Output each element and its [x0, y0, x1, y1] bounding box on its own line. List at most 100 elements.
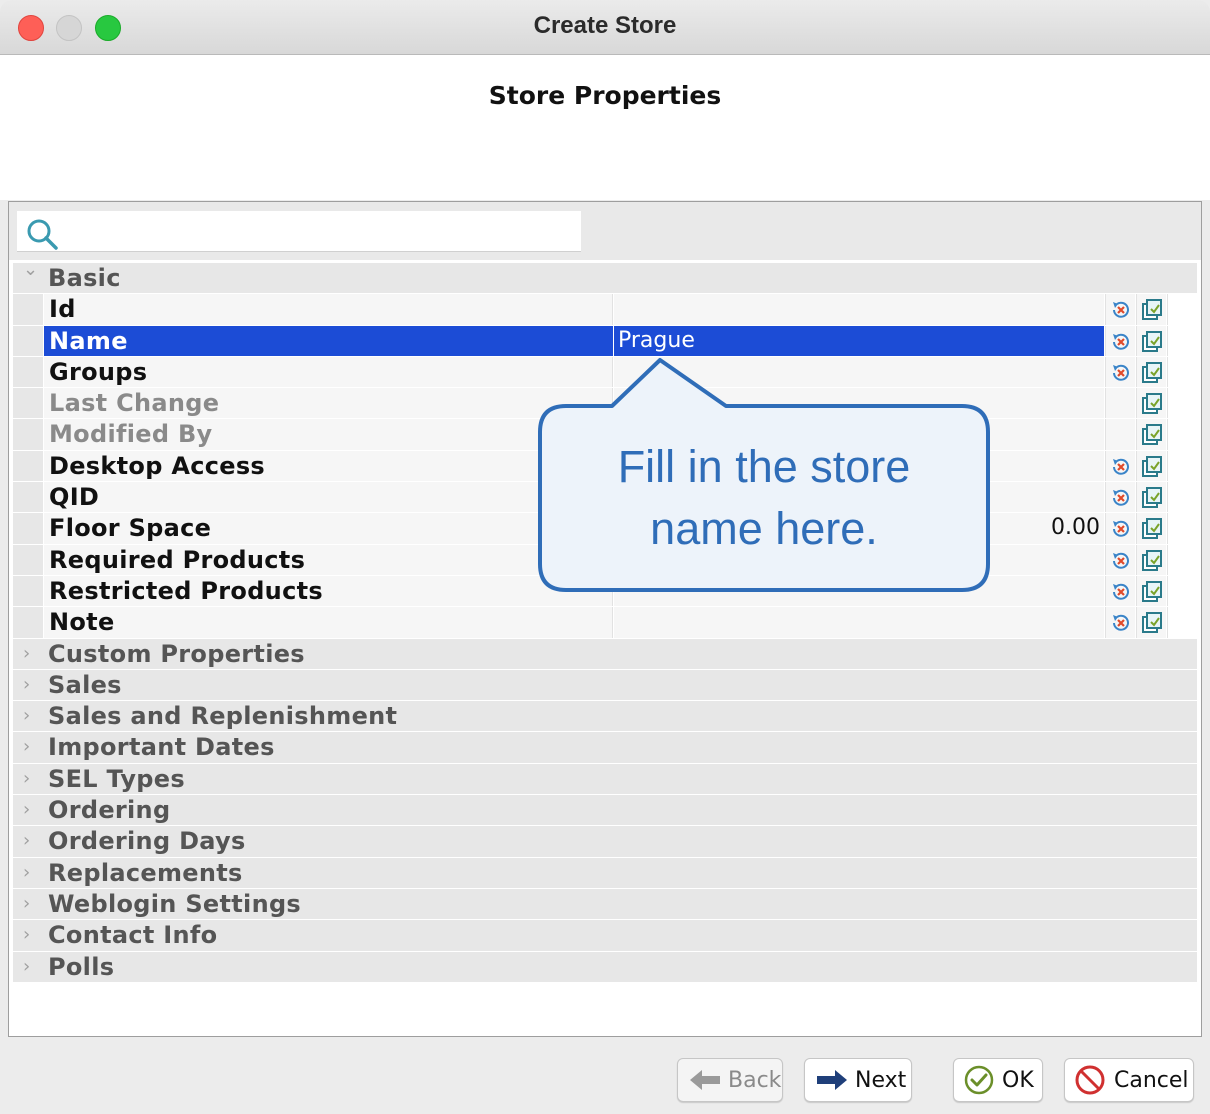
group-custom-properties[interactable]: › Custom Properties: [13, 638, 1197, 670]
reset-value-icon: [1113, 333, 1129, 350]
edit-cell[interactable]: [1136, 513, 1166, 544]
chevron-right-icon[interactable]: ›: [23, 799, 30, 820]
property-value-cell[interactable]: Prague: [614, 325, 1104, 356]
search-input[interactable]: [67, 215, 571, 247]
chevron-right-icon[interactable]: ›: [23, 924, 30, 945]
edit-cell[interactable]: [1136, 482, 1166, 513]
edit-value-icon: [1142, 580, 1162, 602]
row-gutter: [13, 513, 43, 544]
property-name-cell[interactable]: QID: [44, 482, 613, 513]
edit-cell[interactable]: [1136, 325, 1166, 356]
reset-cell[interactable]: [1105, 513, 1135, 544]
reset-value-icon: [1113, 302, 1129, 319]
property-value: Prague: [618, 327, 695, 353]
edit-cell[interactable]: [1136, 356, 1166, 388]
chevron-right-icon[interactable]: ›: [23, 736, 30, 757]
edit-cell[interactable]: [1136, 575, 1166, 607]
reset-value-icon: [1113, 615, 1129, 632]
chevron-right-icon[interactable]: ›: [23, 862, 30, 883]
group-sel-types[interactable]: › SEL Types: [13, 763, 1197, 796]
property-name: Restricted Products: [49, 576, 323, 605]
chevron-down-icon[interactable]: ⌄: [23, 259, 38, 280]
edit-value-icon: [1142, 424, 1162, 446]
property-name-cell[interactable]: Groups: [44, 356, 613, 388]
create-store-window: Create Store Store Properties ⌄ Basic Id Na…: [0, 0, 1210, 1114]
spacer-cell: [1167, 325, 1197, 356]
search-box[interactable]: [17, 211, 581, 252]
reset-value-icon: [1113, 364, 1129, 381]
property-name-cell[interactable]: Modified By: [44, 419, 613, 450]
property-row[interactable]: Id: [13, 294, 1197, 326]
group-sales[interactable]: › Sales: [13, 669, 1197, 702]
property-name: Name: [49, 326, 128, 355]
group-ordering-days[interactable]: › Ordering Days: [13, 826, 1197, 858]
chevron-right-icon[interactable]: ›: [23, 893, 30, 914]
reset-cell: [1105, 419, 1135, 450]
spacer-cell: [1167, 482, 1197, 513]
reset-cell[interactable]: [1105, 325, 1135, 356]
property-name-cell[interactable]: Restricted Products: [44, 575, 613, 607]
next-button[interactable]: Next: [804, 1058, 912, 1102]
group-label: Ordering: [48, 796, 171, 825]
reset-cell[interactable]: [1105, 607, 1135, 638]
property-name: Groups: [49, 357, 148, 386]
chevron-right-icon[interactable]: ›: [23, 674, 30, 695]
property-value-cell[interactable]: [614, 607, 1104, 638]
edit-cell[interactable]: [1136, 294, 1166, 325]
back-button-label: Back: [728, 1068, 782, 1093]
edit-cell[interactable]: [1136, 607, 1166, 638]
chevron-right-icon[interactable]: ›: [23, 705, 30, 726]
edit-cell[interactable]: [1136, 544, 1166, 575]
chevron-right-icon[interactable]: ›: [23, 643, 30, 664]
spacer-cell: [1167, 294, 1197, 325]
group-sales-and-replenishment[interactable]: › Sales and Replenishment: [13, 701, 1197, 733]
row-gutter: [13, 544, 43, 575]
property-name-cell[interactable]: Id: [44, 294, 613, 325]
property-name-cell[interactable]: Required Products: [44, 544, 613, 575]
group-polls[interactable]: › Polls: [13, 951, 1197, 983]
property-name: QID: [49, 483, 100, 512]
group-label: Sales and Replenishment: [48, 702, 398, 731]
reset-cell[interactable]: [1105, 356, 1135, 388]
spacer-cell: [1167, 544, 1197, 575]
group-important-dates[interactable]: › Important Dates: [13, 732, 1197, 764]
edit-value-icon: [1142, 455, 1162, 477]
edit-value-icon: [1142, 549, 1162, 571]
reset-cell[interactable]: [1105, 450, 1135, 482]
group-contact-info[interactable]: › Contact Info: [13, 920, 1197, 952]
property-row[interactable]: Note: [13, 607, 1197, 639]
row-gutter: [13, 388, 43, 419]
property-value-cell[interactable]: [614, 294, 1104, 325]
chevron-right-icon[interactable]: ›: [23, 768, 30, 789]
property-name: Modified By: [49, 420, 213, 449]
group-weblogin-settings[interactable]: › Weblogin Settings: [13, 888, 1197, 921]
reset-cell[interactable]: [1105, 482, 1135, 513]
reset-cell[interactable]: [1105, 575, 1135, 607]
group-basic[interactable]: ⌄ Basic: [13, 259, 1197, 295]
reset-value-icon: [1113, 458, 1129, 475]
back-button[interactable]: Back: [677, 1058, 783, 1102]
property-name-cell[interactable]: Last Change: [44, 388, 613, 419]
cancel-button[interactable]: Cancel: [1064, 1058, 1194, 1102]
edit-cell[interactable]: [1136, 388, 1166, 419]
group-replacements[interactable]: › Replacements: [13, 857, 1197, 889]
edit-value-icon: [1142, 361, 1162, 383]
chevron-right-icon[interactable]: ›: [23, 830, 30, 851]
reset-cell[interactable]: [1105, 544, 1135, 575]
group-ordering[interactable]: › Ordering: [13, 795, 1197, 827]
cancel-button-label: Cancel: [1114, 1068, 1189, 1093]
reset-cell[interactable]: [1105, 294, 1135, 325]
edit-cell[interactable]: [1136, 450, 1166, 482]
property-name: Required Products: [49, 545, 306, 574]
property-name-cell[interactable]: Floor Space: [44, 513, 613, 544]
ok-button[interactable]: OK: [953, 1058, 1043, 1102]
property-name-cell[interactable]: Desktop Access: [44, 450, 613, 482]
callout-line-2: name here.: [650, 503, 878, 554]
property-name-cell[interactable]: Name: [44, 325, 613, 356]
title-bar: Create Store: [0, 0, 1210, 55]
property-name: Note: [49, 608, 115, 637]
chevron-right-icon[interactable]: ›: [23, 956, 30, 977]
property-name-cell[interactable]: Note: [44, 607, 613, 638]
edit-cell[interactable]: [1136, 419, 1166, 450]
property-row[interactable]: Name Prague: [13, 325, 1197, 357]
